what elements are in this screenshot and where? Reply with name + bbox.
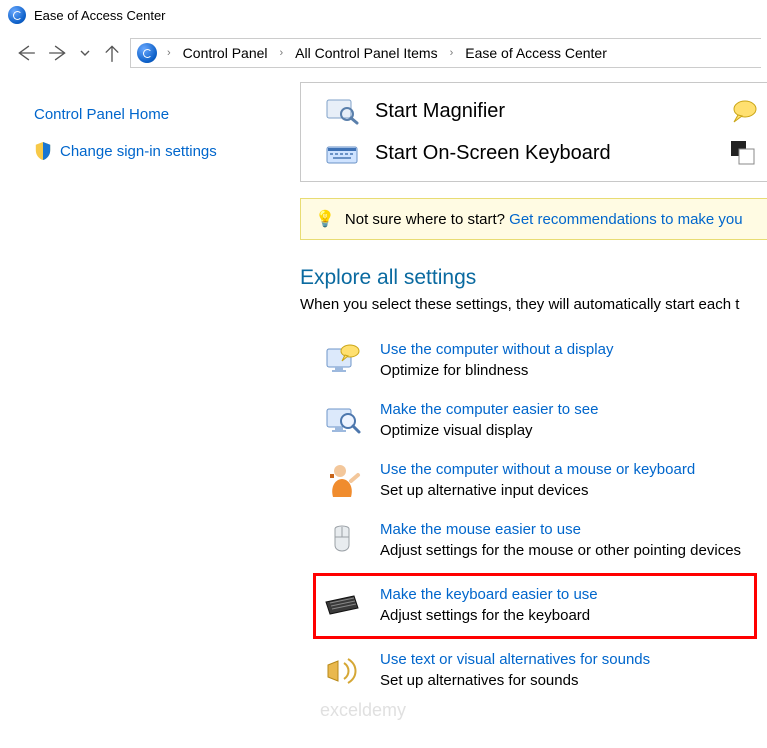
explore-heading: Explore all settings <box>300 266 767 290</box>
setting-no-display[interactable]: Use the computer without a display Optim… <box>316 331 767 391</box>
breadcrumb-item[interactable]: Control Panel <box>179 43 272 63</box>
speaker-icon <box>322 651 362 691</box>
explore-section: Explore all settings When you select the… <box>300 240 767 701</box>
start-magnifier-label: Start Magnifier <box>375 100 505 123</box>
keyboard-icon <box>322 586 362 626</box>
content-area: Start Magnifier Start On-Screen Keyboard <box>300 82 767 701</box>
setting-link[interactable]: Use text or visual alternatives for soun… <box>380 651 650 668</box>
nav-row: › Control Panel › All Control Panel Item… <box>0 30 767 82</box>
narrator-icon[interactable] <box>728 98 758 124</box>
monitor-speech-icon <box>322 341 362 381</box>
setting-sound-alternatives[interactable]: Use text or visual alternatives for soun… <box>316 641 767 701</box>
address-bar[interactable]: › Control Panel › All Control Panel Item… <box>130 38 761 68</box>
high-contrast-icon[interactable] <box>730 140 756 166</box>
setting-link[interactable]: Use the computer without a mouse or keyb… <box>380 461 695 478</box>
back-button[interactable] <box>12 39 40 67</box>
info-lead: Not sure where to start? <box>345 211 509 228</box>
setting-no-mouse-keyboard[interactable]: Use the computer without a mouse or keyb… <box>316 451 767 511</box>
setting-link[interactable]: Make the mouse easier to use <box>380 521 741 538</box>
lightbulb-icon: 💡 <box>315 209 335 229</box>
ease-of-access-icon <box>137 43 157 63</box>
setting-desc: Adjust settings for the keyboard <box>380 607 598 624</box>
setting-keyboard-easier[interactable]: Make the keyboard easier to use Adjust s… <box>313 573 757 639</box>
get-recommendations-link[interactable]: Get recommendations to make you <box>509 211 742 228</box>
monitor-magnifier-icon <box>322 401 362 441</box>
title-bar: Ease of Access Center <box>0 0 767 30</box>
keyboard-icon <box>325 139 361 167</box>
setting-link[interactable]: Make the keyboard easier to use <box>380 586 598 603</box>
window-title: Ease of Access Center <box>34 8 166 23</box>
setting-desc: Optimize for blindness <box>380 362 613 379</box>
breadcrumb-item[interactable]: All Control Panel Items <box>291 43 441 63</box>
shield-icon <box>34 141 52 161</box>
mouse-icon <box>322 521 362 561</box>
setting-link[interactable]: Use the computer without a display <box>380 341 613 358</box>
setting-desc: Set up alternative input devices <box>380 482 695 499</box>
forward-button[interactable] <box>44 39 72 67</box>
setting-mouse-easier[interactable]: Make the mouse easier to use Adjust sett… <box>316 511 767 571</box>
control-panel-home-link[interactable]: Control Panel Home <box>34 106 280 123</box>
quick-access-panel: Start Magnifier Start On-Screen Keyboard <box>300 82 767 182</box>
start-osk-label: Start On-Screen Keyboard <box>375 142 611 165</box>
up-button[interactable] <box>98 39 126 67</box>
sidebar: Control Panel Home Change sign-in settin… <box>0 82 300 701</box>
ease-of-access-icon <box>8 6 26 24</box>
recent-locations-button[interactable] <box>76 39 94 67</box>
change-signin-settings-link[interactable]: Change sign-in settings <box>60 143 217 160</box>
setting-desc: Set up alternatives for sounds <box>380 672 650 689</box>
person-icon <box>322 461 362 501</box>
setting-desc: Optimize visual display <box>380 422 598 439</box>
chevron-right-icon: › <box>274 47 290 59</box>
setting-easier-to-see[interactable]: Make the computer easier to see Optimize… <box>316 391 767 451</box>
chevron-right-icon: › <box>444 47 460 59</box>
setting-link[interactable]: Make the computer easier to see <box>380 401 598 418</box>
start-on-screen-keyboard[interactable]: Start On-Screen Keyboard <box>325 139 719 167</box>
explore-subtext: When you select these settings, they wil… <box>300 296 767 313</box>
magnifier-icon <box>325 97 361 125</box>
recommendation-banner: 💡 Not sure where to start? Get recommend… <box>300 198 767 240</box>
watermark: exceldemy <box>320 700 406 721</box>
setting-desc: Adjust settings for the mouse or other p… <box>380 542 741 559</box>
chevron-right-icon: › <box>161 47 177 59</box>
breadcrumb-item[interactable]: Ease of Access Center <box>461 43 611 63</box>
start-magnifier[interactable]: Start Magnifier <box>325 97 719 125</box>
